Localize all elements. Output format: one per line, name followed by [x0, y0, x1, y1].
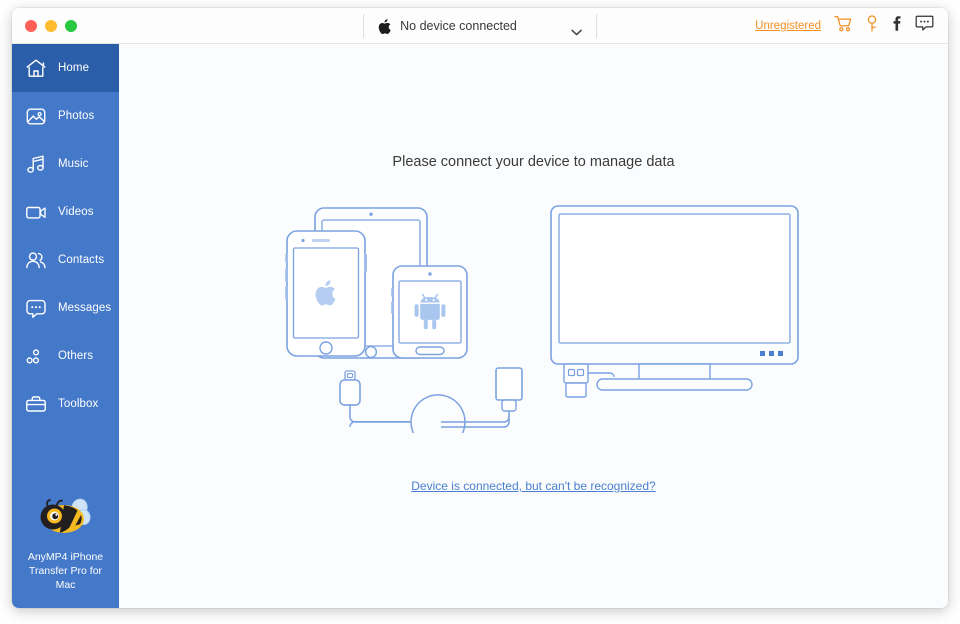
photos-icon: [25, 105, 47, 127]
sidebar-item-label: Others: [58, 350, 94, 362]
app-window: No device connected Unregistered Home Ph…: [12, 8, 948, 608]
brand-block: AnyMP4 iPhone Transfer Pro for Mac: [12, 497, 119, 608]
facebook-icon[interactable]: [891, 15, 902, 37]
toolbox-icon: [25, 393, 47, 415]
sidebar-item-music[interactable]: Music: [12, 140, 119, 188]
apple-logo-icon: [378, 18, 391, 34]
sidebar-item-others[interactable]: Others: [12, 332, 119, 380]
chevron-down-icon[interactable]: [571, 23, 582, 35]
main-content: Please connect your device to manage dat…: [119, 44, 948, 608]
page-title: Please connect your device to manage dat…: [392, 154, 675, 170]
device-status-text: No device connected: [400, 19, 517, 33]
home-icon: [25, 57, 47, 79]
window-body: Home Photos Music Videos Contacts Messag…: [12, 44, 948, 608]
illustration-wrap: [269, 198, 799, 433]
sidebar-item-home[interactable]: Home: [12, 44, 119, 92]
others-icon: [25, 345, 47, 367]
cart-icon[interactable]: [834, 15, 853, 37]
key-icon[interactable]: [866, 15, 878, 37]
messages-icon: [25, 297, 47, 319]
unregistered-link[interactable]: Unregistered: [755, 20, 821, 32]
sidebar-nav-list: Home Photos Music Videos Contacts Messag…: [12, 44, 119, 428]
device-selector-dropdown[interactable]: No device connected: [363, 14, 597, 38]
traffic-lights: [12, 19, 77, 32]
music-icon: [25, 153, 47, 175]
sidebar: Home Photos Music Videos Contacts Messag…: [12, 44, 119, 608]
devices-connect-illustration: [284, 205, 799, 433]
contacts-icon: [25, 249, 47, 271]
titlebar: No device connected Unregistered: [12, 8, 948, 44]
sidebar-item-label: Home: [58, 62, 90, 74]
sidebar-item-label: Toolbox: [58, 398, 99, 410]
sidebar-item-contacts[interactable]: Contacts: [12, 236, 119, 284]
videos-icon: [25, 201, 47, 223]
bee-logo-icon: [38, 497, 94, 543]
close-window-button[interactable]: [25, 19, 37, 32]
sidebar-item-toolbox[interactable]: Toolbox: [12, 380, 119, 428]
maximize-window-button[interactable]: [65, 19, 77, 32]
minimize-window-button[interactable]: [45, 19, 57, 32]
brand-name: AnyMP4 iPhone Transfer Pro for Mac: [27, 551, 104, 591]
sidebar-item-label: Music: [58, 158, 89, 170]
sidebar-item-label: Contacts: [58, 254, 105, 266]
device-not-recognized-link[interactable]: Device is connected, but can't be recogn…: [411, 479, 655, 493]
sidebar-item-videos[interactable]: Videos: [12, 188, 119, 236]
feedback-icon[interactable]: [915, 15, 934, 37]
sidebar-item-messages[interactable]: Messages: [12, 284, 119, 332]
sidebar-item-photos[interactable]: Photos: [12, 92, 119, 140]
sidebar-item-label: Videos: [58, 206, 94, 218]
titlebar-actions: Unregistered: [755, 8, 934, 44]
sidebar-item-label: Photos: [58, 110, 95, 122]
sidebar-item-label: Messages: [58, 302, 112, 314]
